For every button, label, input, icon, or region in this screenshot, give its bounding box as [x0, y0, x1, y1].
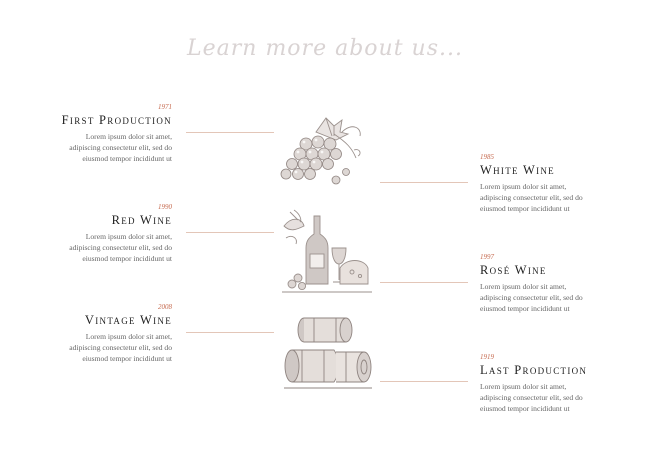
connector-line: [380, 282, 468, 283]
timeline-entry-first-production: 1971 First Production Lorem ipsum dolor …: [12, 103, 172, 164]
entry-title: Last Production: [480, 363, 588, 377]
entry-title: White Wine: [480, 163, 555, 177]
entry-year: 2008: [158, 303, 172, 311]
entry-year: 1985: [480, 153, 494, 161]
grapes-illustration: [280, 117, 361, 185]
timeline-entry-vintage-wine: 2008 Vintage Wine Lorem ipsum dolor sit …: [12, 303, 172, 364]
entry-year: 1919: [480, 353, 494, 361]
entry-description: Lorem ipsum dolor sit amet, adipiscing co…: [480, 182, 583, 213]
wine-barrels-illustration: [284, 317, 372, 389]
timeline-entry-red-wine: 1990 Red Wine Lorem ipsum dolor sit amet…: [12, 203, 172, 264]
entry-description: Lorem ipsum dolor sit amet, adipiscing co…: [69, 132, 172, 163]
entry-title: Rosé Wine: [480, 263, 547, 277]
entry-title: Red Wine: [111, 213, 172, 227]
entry-description: Lorem ipsum dolor sit amet, adipiscing co…: [480, 382, 583, 413]
entry-year: 1990: [158, 203, 172, 211]
entry-year: 1997: [480, 253, 494, 261]
timeline-entry-white-wine: 1985 White Wine Lorem ipsum dolor sit am…: [480, 153, 640, 214]
entry-description: Lorem ipsum dolor sit amet, adipiscing co…: [69, 232, 172, 263]
connector-line: [186, 132, 274, 133]
connector-line: [186, 332, 274, 333]
entry-title: First Production: [61, 113, 172, 127]
entry-title: Vintage Wine: [84, 313, 172, 327]
timeline-entry-rose-wine: 1997 Rosé Wine Lorem ipsum dolor sit ame…: [480, 253, 640, 314]
connector-line: [186, 232, 274, 233]
entry-year: 1971: [158, 103, 172, 111]
connector-line: [380, 182, 468, 183]
timeline-entry-last-production: 1919 Last Production Lorem ipsum dolor s…: [480, 353, 640, 414]
wine-bottle-cheese-illustration: [282, 209, 372, 293]
entry-description: Lorem ipsum dolor sit amet, adipiscing co…: [69, 332, 172, 363]
connector-line: [380, 381, 468, 382]
entry-description: Lorem ipsum dolor sit amet, adipiscing co…: [480, 282, 583, 313]
page-heading: Learn more about us...: [187, 36, 463, 61]
